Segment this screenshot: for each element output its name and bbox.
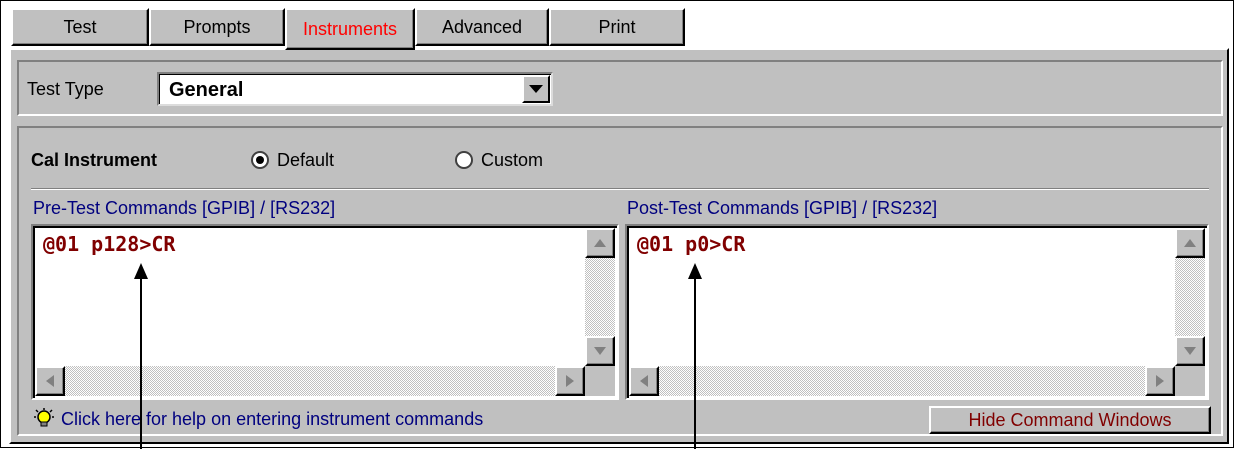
dialog-frame: Test Prompts Instruments Advanced Print … — [0, 0, 1234, 449]
test-type-label: Test Type — [27, 79, 104, 99]
post-test-command-text: @01 p0>CR — [637, 232, 746, 256]
pre-test-command-text: @01 p128>CR — [43, 232, 176, 256]
arrow-left-icon — [46, 375, 54, 387]
cal-instrument-label: Cal Instrument — [31, 150, 158, 170]
arrow-up-icon — [594, 239, 606, 247]
tab-test-label: Test — [63, 16, 97, 37]
annotation-arrow-line — [694, 277, 696, 449]
tab-advanced[interactable]: Advanced — [415, 8, 549, 46]
scroll-down-button[interactable] — [1175, 336, 1205, 366]
post-test-horizontal-scrollbar[interactable] — [629, 366, 1175, 396]
test-type-group: Test Type General — [17, 60, 1223, 116]
scroll-down-button[interactable] — [585, 336, 615, 366]
scroll-right-button[interactable] — [1145, 366, 1175, 396]
scroll-corner — [1175, 366, 1205, 396]
radio-custom-label: Custom — [481, 150, 544, 170]
scroll-right-button[interactable] — [555, 366, 585, 396]
hide-command-windows-button[interactable]: Hide Command Windows — [929, 406, 1211, 434]
arrow-down-icon — [1184, 347, 1196, 355]
scroll-left-button[interactable] — [35, 366, 65, 396]
annotation-arrow-line — [140, 277, 142, 449]
scroll-up-button[interactable] — [1175, 228, 1205, 258]
radio-default[interactable]: Default — [251, 150, 391, 172]
test-type-select[interactable]: General — [157, 72, 553, 106]
help-link[interactable]: Click here for help on entering instrume… — [31, 408, 591, 432]
radio-default-label: Default — [277, 150, 335, 170]
scroll-corner — [585, 366, 615, 396]
arrow-left-icon — [640, 375, 648, 387]
tab-prompts-label: Prompts — [183, 16, 251, 37]
tab-print-label: Print — [598, 16, 636, 37]
post-test-label: Post-Test Commands [GPIB] / [RS232] — [627, 198, 938, 218]
annotation-arrowhead-icon — [134, 263, 148, 279]
arrow-down-icon — [594, 347, 606, 355]
tab-instruments-label: Instruments — [302, 18, 398, 39]
instruments-panel: Test Type General Cal Instrument Default… — [9, 48, 1229, 444]
arrow-up-icon — [1184, 239, 1196, 247]
chevron-down-icon — [529, 85, 543, 93]
arrow-right-icon — [1156, 375, 1164, 387]
dropdown-button[interactable] — [522, 75, 550, 103]
separator — [31, 188, 1209, 190]
help-link-text: Click here for help on entering instrume… — [61, 409, 484, 429]
pre-test-label: Pre-Test Commands [GPIB] / [RS232] — [33, 198, 336, 218]
scroll-up-button[interactable] — [585, 228, 615, 258]
cal-instrument-group: Cal Instrument Default Custom Pre-Test C… — [17, 126, 1223, 436]
tab-test[interactable]: Test — [11, 8, 149, 46]
hide-command-windows-label: Hide Command Windows — [968, 409, 1172, 430]
radio-default-button[interactable] — [251, 151, 269, 169]
arrow-right-icon — [566, 375, 574, 387]
annotation-arrowhead-icon — [688, 263, 702, 279]
pre-test-horizontal-scrollbar[interactable] — [35, 366, 585, 396]
tab-print[interactable]: Print — [549, 8, 685, 46]
radio-custom-button[interactable] — [455, 151, 473, 169]
radio-custom[interactable]: Custom — [455, 150, 595, 172]
tab-prompts[interactable]: Prompts — [149, 8, 285, 46]
lightbulb-icon — [34, 408, 54, 427]
scroll-left-button[interactable] — [629, 366, 659, 396]
tab-instruments[interactable]: Instruments — [285, 8, 415, 50]
test-type-value: General — [169, 79, 244, 101]
pre-test-commands-editor[interactable]: @01 p128>CR — [31, 224, 619, 400]
post-test-commands-editor[interactable]: @01 p0>CR — [625, 224, 1209, 400]
tab-advanced-label: Advanced — [441, 16, 523, 37]
